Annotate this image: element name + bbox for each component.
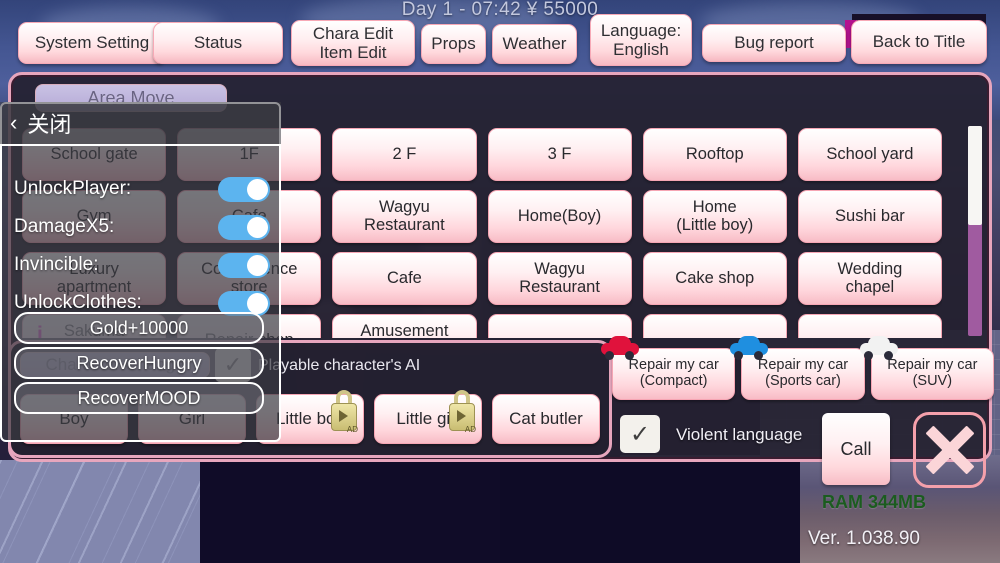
cheat-button-gold[interactable]: Gold+10000 <box>14 312 264 344</box>
menu-button-bug-report[interactable]: Bug report <box>702 24 846 62</box>
cheat-toggle-label: UnlockClothes: <box>14 292 142 313</box>
ad-tag-label: AD <box>464 425 476 434</box>
menu-button-props[interactable]: Props <box>421 24 486 64</box>
ad-tag-label: AD <box>346 425 358 434</box>
chevron-left-icon[interactable]: ‹ <box>10 112 17 134</box>
area-button-label: Cake shop <box>675 268 755 287</box>
car-wheel-shape <box>863 351 873 360</box>
toggle-switch[interactable] <box>218 214 270 240</box>
character-button-cat-butler[interactable]: Cat butler <box>492 394 600 444</box>
area-button-label: Cafe <box>386 268 422 287</box>
background-shadow <box>500 462 800 563</box>
car-icon-compact <box>601 336 641 360</box>
car-roof-shape <box>738 336 761 347</box>
car-roof-shape <box>609 336 631 347</box>
menu-button-weather[interactable]: Weather <box>492 24 577 64</box>
repair-car-row: Repair my car (Compact) Repair my car (S… <box>601 336 994 400</box>
repair-button-label: Repair my car (Sports car) <box>757 357 849 389</box>
car-icon-suv <box>859 336 900 360</box>
cheat-toggle-label: DamageX5: <box>14 216 115 237</box>
menu-button-back-to-title[interactable]: Back to Title <box>851 20 987 64</box>
area-button-home-little-boy[interactable]: Home (Little boy) <box>642 190 787 243</box>
area-button-row4-b[interactable] <box>642 314 787 338</box>
car-wheel-shape <box>883 351 893 360</box>
area-button-wedding-chapel[interactable]: Wedding chapel <box>797 252 942 305</box>
cheat-close-label[interactable]: 关闭 <box>27 107 71 139</box>
menu-button-language[interactable]: Language: English <box>590 14 692 66</box>
area-button-label: Wagyu Restaurant <box>364 197 445 234</box>
area-button-rooftop[interactable]: Rooftop <box>642 128 787 181</box>
area-button-label: Sushi bar <box>835 206 905 225</box>
area-button-label: Wedding chapel <box>837 259 903 296</box>
repair-button-label: Repair my car (Compact) <box>628 357 719 389</box>
violent-language-checkbox[interactable]: ✓ <box>620 415 660 453</box>
car-wheel-shape <box>605 351 614 360</box>
character-button-label: Cat butler <box>509 409 583 428</box>
area-scrollbar-track[interactable] <box>968 126 982 336</box>
area-button-label: 3 F <box>547 144 572 163</box>
cheat-button-recover-hungry[interactable]: RecoverHungry <box>14 347 264 379</box>
day-time-money-readout: Day 1 - 07:42 ¥ 55000 <box>401 0 599 20</box>
area-button-label: School yard <box>826 144 914 163</box>
cheat-toggle-label: UnlockPlayer: <box>14 178 132 199</box>
area-button-label: 2 F <box>392 144 417 163</box>
cheat-toggle-label: Invincible: <box>14 254 99 275</box>
area-button-row4-c[interactable] <box>797 314 942 338</box>
area-button-cake-shop[interactable]: Cake shop <box>642 252 787 305</box>
area-button-school-yard[interactable]: School yard <box>797 128 942 181</box>
top-menu-bar: Day 1 - 07:42 ¥ 55000 System Setting Sta… <box>0 0 1000 74</box>
area-button-label: Rooftop <box>685 144 744 163</box>
lock-ad-icon: AD <box>447 389 477 434</box>
cheat-toggle-unlockplayer[interactable]: UnlockPlayer: <box>14 174 270 204</box>
toggle-knob <box>247 216 268 238</box>
repair-car-suv-button[interactable]: Repair my car (SUV) <box>859 336 994 400</box>
cheat-button-recover-mood[interactable]: RecoverMOOD <box>14 382 264 414</box>
area-button-3f[interactable]: 3 F <box>487 128 632 181</box>
cheat-toggle-invincible[interactable]: Invincible: <box>14 250 270 280</box>
area-button-row4-a[interactable] <box>487 314 632 338</box>
area-button-2f[interactable]: 2 F <box>332 128 477 181</box>
area-button-label: Amusement park <box>360 321 449 338</box>
area-button-label: Home(Boy) <box>517 206 602 225</box>
repair-button-label: Repair my car (SUV) <box>887 357 978 389</box>
ram-usage-readout: RAM 344MB <box>822 492 927 512</box>
toggle-knob <box>247 178 268 200</box>
cheat-menu-header[interactable]: ‹ 关闭 <box>0 102 281 146</box>
menu-button-system-setting[interactable]: System Setting <box>18 22 166 64</box>
area-button-wagyu-restaurant[interactable]: Wagyu Restaurant <box>487 252 632 305</box>
menu-button-status[interactable]: Status <box>153 22 283 64</box>
toggle-knob <box>247 254 268 276</box>
area-button-home-boy[interactable]: Home(Boy) <box>487 190 632 243</box>
version-readout: Ver. 1.038.90 <box>808 528 920 549</box>
play-triangle-icon <box>339 410 348 422</box>
cheat-toggle-damagex5[interactable]: DamageX5: <box>14 212 270 242</box>
game-screen: Day 1 - 07:42 ¥ 55000 System Setting Sta… <box>0 0 1000 563</box>
area-button-amusement-park[interactable]: Amusement park <box>332 314 477 338</box>
area-button-home-girl[interactable]: Wagyu Restaurant <box>332 190 477 243</box>
car-icon-sports <box>730 336 770 360</box>
car-wheel-shape <box>734 351 744 360</box>
character-button-little-girl[interactable]: Little girl AD <box>374 390 482 444</box>
toggle-switch[interactable] <box>218 252 270 278</box>
playable-character-ai-label: Playable character's AI <box>258 357 421 374</box>
area-scrollbar-thumb[interactable] <box>968 126 982 225</box>
car-roof-shape <box>867 336 890 347</box>
menu-button-chara-item-edit[interactable]: Chara Edit Item Edit <box>291 20 415 66</box>
toggle-knob <box>247 292 268 314</box>
violent-language-label: Violent language <box>676 425 803 444</box>
area-button-cafe[interactable]: Cafe <box>332 252 477 305</box>
repair-car-compact-button[interactable]: Repair my car (Compact) <box>601 336 736 400</box>
toggle-switch[interactable] <box>218 176 270 202</box>
area-button-label: Home (Little boy) <box>676 197 754 234</box>
play-triangle-icon <box>457 410 466 422</box>
call-button[interactable]: Call <box>822 413 890 485</box>
lock-ad-icon: AD <box>329 389 359 434</box>
close-icon[interactable] <box>913 412 986 488</box>
area-button-sushi-bar[interactable]: Sushi bar <box>797 190 942 243</box>
car-wheel-shape <box>625 351 634 360</box>
repair-car-sports-button[interactable]: Repair my car (Sports car) <box>730 336 865 400</box>
area-button-label: Wagyu Restaurant <box>519 259 600 296</box>
